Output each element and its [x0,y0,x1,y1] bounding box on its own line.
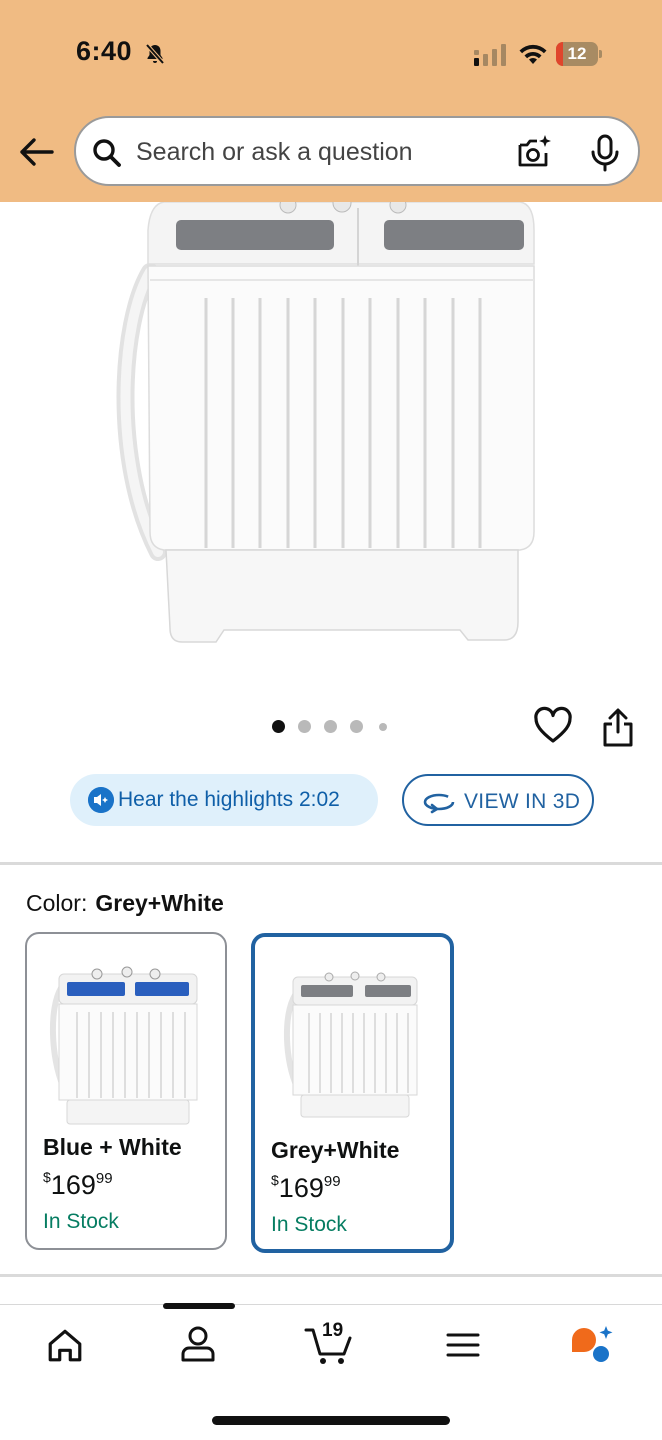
price-whole: 169 [50,1170,96,1200]
color-option-price: $16999 [271,1172,341,1204]
price-whole: 169 [278,1173,324,1203]
color-option-price: $16999 [43,1169,113,1201]
signal-icon [474,44,506,66]
battery-indicator: 12 [556,42,602,66]
account-icon[interactable] [180,1324,216,1364]
search-bar[interactable] [74,116,640,186]
carousel-dot[interactable] [350,720,363,733]
hear-highlights-button[interactable]: Hear the highlights 2:02 [70,774,378,826]
stock-status: In Stock [271,1213,347,1236]
carousel-dot[interactable] [379,723,387,731]
menu-icon[interactable] [446,1332,480,1358]
color-option-grey-white[interactable]: Grey+White $16999 In Stock [251,933,454,1253]
cart-count-badge: 19 [322,1320,344,1341]
selected-color: Grey+White [95,890,224,916]
camera-search-icon[interactable] [516,134,552,170]
home-icon[interactable] [46,1326,84,1364]
carousel-dot[interactable] [324,720,337,733]
search-input[interactable] [136,132,496,172]
color-option-blue-white[interactable]: Blue + White $16999 In Stock [25,932,227,1250]
view-in-3d-button[interactable]: VIEW IN 3D [402,774,594,826]
color-option-name: Grey+White [271,1137,400,1163]
hear-highlights-label: Hear the highlights 2:02 [118,788,340,811]
carousel-dot-active[interactable] [272,720,285,733]
speaker-icon [88,787,114,813]
home-indicator [212,1416,450,1425]
price-currency: $ [271,1172,279,1188]
price-currency: $ [43,1169,51,1185]
active-tab-indicator [163,1303,235,1309]
back-arrow-icon[interactable] [18,136,54,168]
share-icon[interactable] [601,708,635,748]
carousel-dot[interactable] [298,720,311,733]
microphone-icon[interactable] [590,134,620,172]
battery-level: 12 [567,44,587,63]
product-thumbnail [49,966,198,1125]
wifi-icon [519,44,547,64]
status-time: 6:40 [76,36,133,66]
color-option-name: Blue + White [43,1134,182,1160]
color-label: Color: Grey+White [26,890,224,917]
app-header: 6:40 12 [0,0,662,202]
search-icon [93,139,121,167]
bell-off-icon [145,43,165,65]
product-thumbnail [284,971,418,1118]
color-label-text: Color: [26,890,88,916]
rufus-assistant-icon[interactable] [568,1324,614,1364]
heart-icon[interactable] [534,706,572,746]
rotate-3d-icon [423,793,455,814]
section-divider [0,862,662,865]
section-divider [0,1274,662,1277]
stock-status: In Stock [43,1210,119,1233]
product-image[interactable] [0,202,662,680]
view-in-3d-label: VIEW IN 3D [464,790,581,813]
price-cents: 99 [95,1170,113,1187]
price-cents: 99 [323,1173,341,1190]
